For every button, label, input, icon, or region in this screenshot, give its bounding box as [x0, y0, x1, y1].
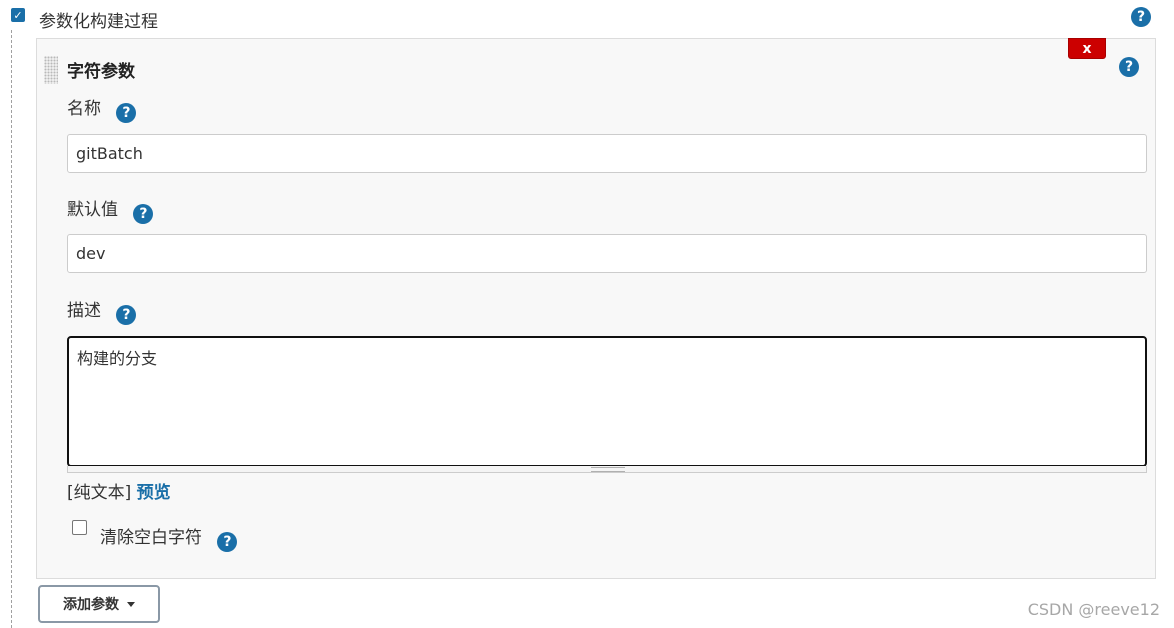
trim-help-icon[interactable]: ?: [217, 532, 238, 552]
parameter-help-icon[interactable]: ?: [1119, 57, 1139, 77]
name-help-icon[interactable]: ?: [116, 103, 137, 123]
watermark: CSDN @reeve12: [1027, 600, 1160, 619]
description-help-icon[interactable]: ?: [116, 305, 137, 325]
add-parameter-label: 添加参数: [63, 597, 119, 613]
caret-down-icon: [127, 601, 135, 607]
textarea-resize-handle[interactable]: [67, 466, 1147, 473]
description-textarea[interactable]: 构建的分支: [67, 336, 1147, 467]
preview-link[interactable]: 预览: [137, 483, 171, 503]
parameterized-build-checkbox[interactable]: ✓: [11, 8, 25, 22]
description-label: 描述: [67, 301, 101, 321]
name-label: 名称: [67, 99, 101, 119]
resize-grip-icon: [591, 467, 625, 472]
plain-text-label: [纯文本]: [67, 483, 132, 503]
default-value-input[interactable]: [67, 234, 1147, 273]
default-value-label: 默认值: [67, 200, 118, 220]
trim-label: 清除空白字符: [100, 528, 202, 548]
trim-checkbox[interactable]: [72, 520, 87, 535]
name-input[interactable]: [67, 134, 1147, 173]
default-field-group: 默认值 ?: [67, 195, 154, 224]
name-field-group: 名称 ?: [67, 94, 137, 123]
markup-format-row: [纯文本] 预览: [67, 478, 171, 503]
parameter-title: 字符参数: [67, 62, 135, 82]
description-field-group: 描述 ?: [67, 296, 137, 325]
help-icon[interactable]: ?: [1131, 7, 1151, 27]
parameterized-build-label: 参数化构建过程: [39, 12, 158, 32]
string-parameter-block: [36, 38, 1156, 579]
delete-parameter-button[interactable]: x: [1068, 38, 1106, 59]
trim-field-group: 清除空白字符 ?: [100, 523, 238, 552]
drag-handle-icon[interactable]: [44, 56, 58, 84]
default-help-icon[interactable]: ?: [133, 204, 154, 224]
add-parameter-button[interactable]: 添加参数: [38, 585, 160, 623]
section-rail: [11, 30, 12, 628]
